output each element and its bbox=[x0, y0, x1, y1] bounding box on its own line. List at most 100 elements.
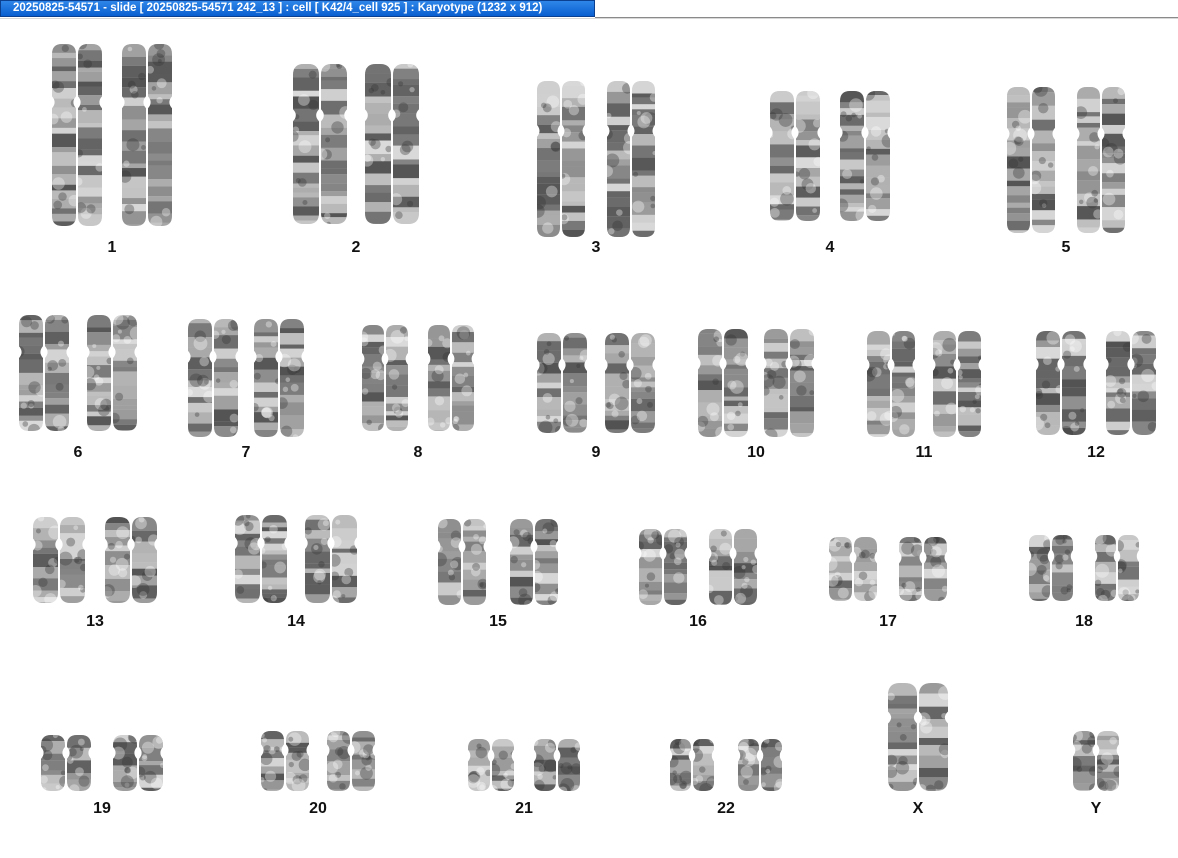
window-title-bar[interactable]: 20250825-54571 - slide [ 20250825-54571 … bbox=[0, 0, 595, 17]
chromosome-band bbox=[562, 160, 585, 167]
chromosome-band bbox=[362, 406, 384, 416]
chromosome-slot-19[interactable] bbox=[41, 735, 163, 791]
chromosome-band bbox=[122, 44, 146, 57]
chromosome-band bbox=[632, 145, 655, 158]
chromosome-texture bbox=[947, 367, 954, 374]
chromosome-band bbox=[563, 432, 587, 433]
chromosome-slot-1[interactable] bbox=[52, 44, 172, 226]
chromosome-slot-2[interactable] bbox=[293, 64, 419, 224]
chromosome-texture bbox=[127, 315, 137, 327]
chromosome-texture bbox=[1069, 340, 1082, 353]
chromosome-texture bbox=[95, 163, 102, 172]
chromosome-texture bbox=[553, 418, 559, 424]
chromosome-texture bbox=[1141, 368, 1155, 383]
chromosome-texture bbox=[544, 742, 556, 753]
chromosome-texture bbox=[55, 382, 64, 391]
chromosome-band bbox=[52, 152, 76, 166]
chromosome-slot-13[interactable] bbox=[33, 517, 157, 603]
chromosome-slot-y[interactable] bbox=[1073, 731, 1119, 791]
chromosome-texture bbox=[558, 786, 568, 791]
chromosome-texture bbox=[69, 784, 80, 791]
chromosome-image-5 bbox=[1007, 87, 1125, 233]
chromosome-slot-7[interactable] bbox=[188, 319, 304, 437]
chromosome-band bbox=[510, 576, 533, 587]
chromosome-band bbox=[840, 183, 864, 190]
chromosome-band bbox=[1106, 421, 1130, 431]
chromosome-texture bbox=[395, 409, 404, 418]
chromosome-band bbox=[1029, 598, 1050, 601]
chromosome-texture bbox=[959, 405, 967, 413]
chromosome-slot-15[interactable] bbox=[438, 519, 558, 605]
chromosome-band bbox=[764, 351, 788, 359]
chromosome-band bbox=[492, 739, 514, 747]
chromosome-slot-14[interactable] bbox=[235, 515, 357, 603]
chromosome-texture bbox=[969, 407, 976, 413]
chromosome-band bbox=[87, 344, 111, 352]
chromosome-slot-22[interactable] bbox=[670, 739, 782, 791]
chromosome-band bbox=[1132, 409, 1156, 422]
chromosome-texture bbox=[438, 552, 447, 567]
chromosome-band bbox=[537, 172, 560, 177]
chromosome-slot-16[interactable] bbox=[639, 529, 757, 605]
chromosome-slot-4[interactable] bbox=[770, 91, 890, 221]
chromosome-band bbox=[664, 582, 687, 594]
chromosome-band bbox=[254, 382, 278, 392]
chromosome-texture bbox=[1135, 542, 1139, 548]
chromosome-band bbox=[854, 562, 877, 572]
chromosome-texture bbox=[545, 185, 558, 198]
chromosome-image-12 bbox=[1036, 331, 1156, 435]
chromosome-texture bbox=[106, 357, 111, 365]
chromosome-band bbox=[261, 789, 284, 791]
chromosome-band bbox=[463, 596, 486, 605]
chromosome-texture bbox=[261, 732, 265, 738]
chromosome-slot-3[interactable] bbox=[537, 81, 655, 237]
chromosome-texture bbox=[709, 412, 719, 422]
chromosome-texture bbox=[609, 334, 615, 340]
chromosome-band bbox=[19, 407, 43, 416]
chromosome-slot-10[interactable] bbox=[698, 329, 814, 437]
chromosome-texture bbox=[155, 736, 163, 744]
chromosome-slot-5[interactable] bbox=[1007, 87, 1125, 233]
chromosome-slot-18[interactable] bbox=[1029, 535, 1139, 601]
chromosome-texture bbox=[365, 154, 374, 167]
chromosome-texture bbox=[151, 86, 157, 91]
chromosome-texture bbox=[1073, 741, 1082, 751]
chromosome-band bbox=[764, 329, 788, 339]
chromosome-texture bbox=[975, 408, 981, 414]
chromosome-slot-11[interactable] bbox=[867, 331, 981, 437]
chromosome-band bbox=[632, 214, 655, 223]
chromosome-texture bbox=[285, 377, 291, 383]
chromosome-slot-6[interactable] bbox=[19, 315, 137, 431]
chromosome-texture bbox=[941, 377, 954, 390]
chromosome-texture bbox=[33, 540, 43, 551]
chromosome-texture bbox=[337, 746, 350, 760]
chromosome-label-y: Y bbox=[1090, 800, 1102, 817]
chromosome-band bbox=[1007, 207, 1030, 214]
chromosome-band bbox=[19, 337, 43, 346]
chromosome-texture bbox=[761, 741, 768, 749]
chromosome-texture bbox=[150, 777, 163, 790]
chromosome-slot-20[interactable] bbox=[261, 731, 375, 791]
chromosome-texture bbox=[141, 145, 146, 150]
chromosome-band bbox=[632, 222, 655, 231]
chromosome-slot-21[interactable] bbox=[468, 739, 580, 791]
chromosome-texture bbox=[537, 363, 548, 374]
chromosome-band bbox=[1118, 579, 1139, 587]
chromosome-texture bbox=[534, 779, 545, 791]
chromosome-slot-12[interactable] bbox=[1036, 331, 1156, 435]
chromosome-band bbox=[796, 197, 820, 207]
chromosome-texture bbox=[840, 198, 849, 213]
chromosome-band bbox=[770, 165, 794, 174]
chromosome-slot-17[interactable] bbox=[829, 537, 947, 601]
chromosome-image-9 bbox=[537, 333, 655, 433]
chromosome-texture bbox=[22, 421, 29, 427]
chromosome-label-20: 20 bbox=[309, 800, 327, 817]
chromosome-slot-x[interactable] bbox=[888, 683, 948, 791]
chromosome-slot-8[interactable] bbox=[362, 325, 474, 431]
chromosome-texture bbox=[901, 582, 907, 588]
chromosome-band bbox=[78, 123, 102, 128]
chromosome-slot-9[interactable] bbox=[537, 333, 655, 433]
chromosome-label-22: 22 bbox=[717, 800, 735, 817]
chromosome-texture bbox=[1094, 144, 1100, 150]
chromosome-texture bbox=[713, 595, 724, 605]
